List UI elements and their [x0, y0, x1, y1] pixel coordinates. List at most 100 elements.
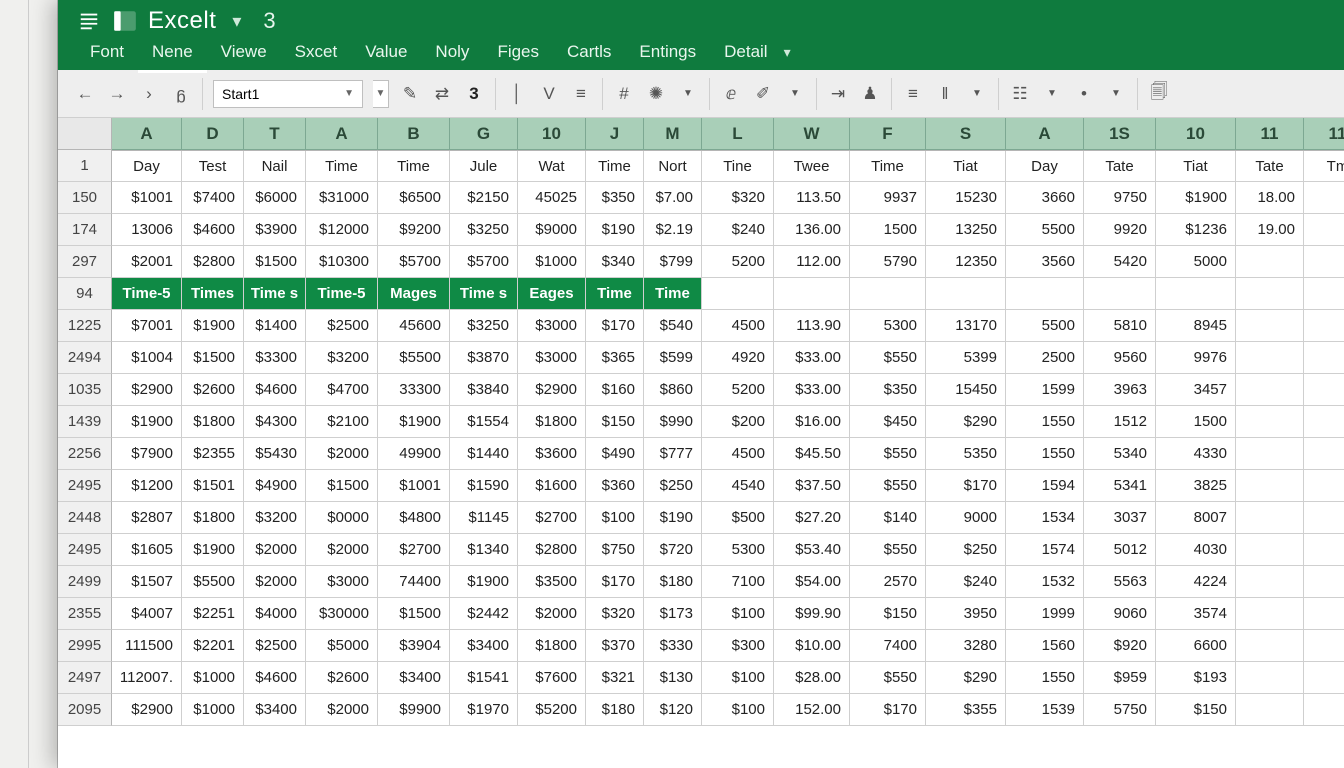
- cell[interactable]: $250: [644, 470, 702, 502]
- cell[interactable]: $170: [850, 694, 926, 726]
- cell[interactable]: $3000: [518, 342, 586, 374]
- menu-value[interactable]: Value: [351, 38, 421, 73]
- cell[interactable]: $190: [644, 502, 702, 534]
- dot-icon[interactable]: •: [1073, 83, 1095, 105]
- cell[interactable]: [1236, 694, 1304, 726]
- cell[interactable]: $3200: [244, 502, 306, 534]
- v-icon[interactable]: V: [538, 83, 560, 105]
- cell[interactable]: $2150: [450, 182, 518, 214]
- cell[interactable]: Day: [112, 151, 182, 182]
- cell[interactable]: [1304, 278, 1344, 310]
- cell[interactable]: $500: [702, 502, 774, 534]
- cell[interactable]: $2251: [182, 598, 244, 630]
- cell[interactable]: $16.00: [774, 406, 850, 438]
- cell[interactable]: 1999: [1006, 598, 1084, 630]
- cell[interactable]: 1599: [1006, 374, 1084, 406]
- column-header[interactable]: D: [182, 118, 244, 150]
- cell[interactable]: $1500: [182, 342, 244, 374]
- cell[interactable]: $1900: [1156, 182, 1236, 214]
- cell[interactable]: 113.50: [774, 182, 850, 214]
- cell[interactable]: Day: [1006, 151, 1084, 182]
- cell[interactable]: 111500: [112, 630, 182, 662]
- cell[interactable]: 1550: [1006, 662, 1084, 694]
- cell[interactable]: $2000: [244, 566, 306, 598]
- cell[interactable]: 3963: [1084, 374, 1156, 406]
- cell[interactable]: $3200: [306, 342, 378, 374]
- row-header[interactable]: 150: [58, 182, 112, 214]
- cell[interactable]: [1236, 662, 1304, 694]
- cell[interactable]: $200: [702, 406, 774, 438]
- cell[interactable]: [1236, 374, 1304, 406]
- cell[interactable]: $2500: [306, 310, 378, 342]
- row-header[interactable]: 297: [58, 246, 112, 278]
- menu-detail[interactable]: Detail: [710, 38, 781, 73]
- chevron-down-icon[interactable]: ▼: [784, 83, 806, 105]
- cell[interactable]: 9060: [1084, 598, 1156, 630]
- cell[interactable]: Jule: [450, 151, 518, 182]
- cell[interactable]: 7100: [702, 566, 774, 598]
- cell[interactable]: Tm: [1304, 151, 1344, 182]
- align-icon[interactable]: ≡: [570, 83, 592, 105]
- cell[interactable]: $7400: [182, 182, 244, 214]
- row-header[interactable]: 94: [58, 278, 112, 310]
- cell[interactable]: $4007: [112, 598, 182, 630]
- cell[interactable]: $1605: [112, 534, 182, 566]
- cell[interactable]: $2000: [306, 438, 378, 470]
- cell[interactable]: 9560: [1084, 342, 1156, 374]
- cell[interactable]: Tiat: [1156, 151, 1236, 182]
- cell[interactable]: 9937: [850, 182, 926, 214]
- column-header[interactable]: 11: [1236, 118, 1304, 150]
- cell[interactable]: 15450: [926, 374, 1006, 406]
- cell[interactable]: 8945: [1156, 310, 1236, 342]
- cell[interactable]: Time s: [244, 278, 306, 310]
- cell[interactable]: $1340: [450, 534, 518, 566]
- cell[interactable]: $350: [850, 374, 926, 406]
- cell[interactable]: 3037: [1084, 502, 1156, 534]
- cell[interactable]: $4600: [182, 214, 244, 246]
- cell[interactable]: 3950: [926, 598, 1006, 630]
- menu-noly[interactable]: Noly: [421, 38, 483, 73]
- cell[interactable]: $31000: [306, 182, 378, 214]
- cell[interactable]: $37.50: [774, 470, 850, 502]
- cell[interactable]: $1000: [518, 246, 586, 278]
- cell[interactable]: $2355: [182, 438, 244, 470]
- cell[interactable]: $53.40: [774, 534, 850, 566]
- cell[interactable]: $99.90: [774, 598, 850, 630]
- cell[interactable]: 3560: [1006, 246, 1084, 278]
- cell[interactable]: $9000: [518, 214, 586, 246]
- cell[interactable]: 5563: [1084, 566, 1156, 598]
- column-header[interactable]: 10: [1156, 118, 1236, 150]
- cell[interactable]: $1507: [112, 566, 182, 598]
- cell[interactable]: $3000: [518, 310, 586, 342]
- cell[interactable]: $5500: [182, 566, 244, 598]
- cell[interactable]: 1534: [1006, 502, 1084, 534]
- cell[interactable]: 1539: [1006, 694, 1084, 726]
- indent-icon[interactable]: ⇥: [827, 83, 849, 105]
- cell[interactable]: [1236, 598, 1304, 630]
- cell[interactable]: 45600: [378, 310, 450, 342]
- cell[interactable]: $5430: [244, 438, 306, 470]
- cell[interactable]: Tate: [1084, 151, 1156, 182]
- menu-font[interactable]: Font: [76, 38, 138, 73]
- cell[interactable]: $2600: [306, 662, 378, 694]
- cell[interactable]: 5200: [702, 374, 774, 406]
- person-icon[interactable]: ♟: [859, 83, 881, 105]
- cell[interactable]: $9900: [378, 694, 450, 726]
- cell[interactable]: $1590: [450, 470, 518, 502]
- cell[interactable]: 152.00: [774, 694, 850, 726]
- row-header[interactable]: 2494: [58, 342, 112, 374]
- row-header[interactable]: 1225: [58, 310, 112, 342]
- pause-icon[interactable]: ‖: [934, 83, 956, 105]
- cell[interactable]: $599: [644, 342, 702, 374]
- cell[interactable]: 5341: [1084, 470, 1156, 502]
- cell[interactable]: $370: [586, 630, 644, 662]
- cell[interactable]: $2: [1304, 310, 1344, 342]
- cell[interactable]: $180: [586, 694, 644, 726]
- cell[interactable]: 15: [1304, 246, 1344, 278]
- row-header[interactable]: 2499: [58, 566, 112, 598]
- cell[interactable]: $990: [644, 406, 702, 438]
- row-header[interactable]: 2095: [58, 694, 112, 726]
- cell[interactable]: 5500: [1006, 214, 1084, 246]
- cell[interactable]: $1440: [450, 438, 518, 470]
- cell[interactable]: Time: [306, 151, 378, 182]
